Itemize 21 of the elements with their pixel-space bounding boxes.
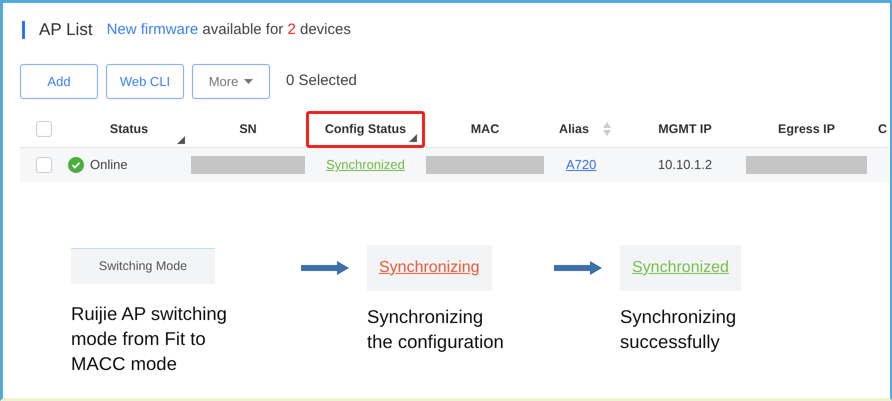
column-header[interactable]: Config Status	[306, 111, 425, 148]
toolbar-button[interactable]: Add	[20, 64, 98, 99]
title-accent-bar	[22, 21, 25, 39]
selected-count: 0 Selected	[286, 71, 357, 92]
select-all-checkbox[interactable]	[36, 121, 52, 137]
caret-icon	[244, 79, 254, 84]
alias-link[interactable]: A720	[566, 155, 596, 175]
firmware-notice: New firmware available for 2 devices	[106, 20, 351, 40]
row-checkbox[interactable]	[36, 157, 52, 173]
right-arrow-icon	[301, 261, 349, 275]
step-caption: Synchronizing the configuration	[367, 305, 505, 354]
status-text: Online	[90, 156, 128, 174]
more-dropdown-button[interactable]: More	[192, 64, 270, 99]
step-caption: Ruijie AP switching mode from Fit to MACC mode	[71, 302, 228, 376]
toolbar-button[interactable]: Web CLI	[106, 64, 184, 99]
switching-mode-button[interactable]: Switching Mode	[71, 248, 215, 284]
page-title: AP List	[39, 19, 93, 42]
step-caption: Synchronizing successfully	[620, 305, 738, 354]
table-cell-text: 10.10.1.2	[658, 156, 712, 174]
right-arrow-icon	[554, 261, 602, 275]
check-circle-icon	[68, 157, 84, 173]
